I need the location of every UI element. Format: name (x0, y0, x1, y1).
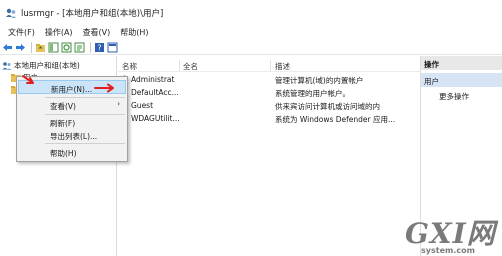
title-bar: lusrmgr - [本地用户和组(本地)\用户] (0, 0, 502, 26)
user-description: 系统管理的用户帐户。 (275, 89, 350, 98)
watermark-site-text: system.com (421, 246, 475, 255)
forward-arrow-icon[interactable] (15, 42, 26, 53)
menu-action[interactable]: 操作(A) (40, 27, 78, 38)
actions-title: 操作 (421, 56, 502, 70)
submenu-chevron-icon: › (117, 100, 120, 108)
menu-item-label: 导出列表(L)... (50, 132, 98, 141)
back-arrow-icon[interactable] (2, 42, 13, 53)
user-name: DefaultAcc... (131, 88, 179, 97)
user-name: Guest (131, 101, 154, 110)
up-folder-icon[interactable] (35, 42, 46, 53)
table-row[interactable]: DefaultAcc... 系统管理的用户帐户。 (118, 87, 420, 99)
column-description[interactable]: 描述 (275, 61, 290, 72)
toolbar-separator (31, 41, 32, 53)
show-tree-icon[interactable] (48, 42, 59, 53)
menu-item-label: 帮助(H) (50, 149, 77, 158)
svg-text:?: ? (97, 43, 101, 52)
watermark-logo: GXI网 system.com (397, 212, 502, 256)
more-actions-link[interactable]: 更多操作 (439, 91, 469, 102)
tree-root-label: 本地用户和组(本地) (14, 61, 80, 70)
menu-item-refresh[interactable]: 刷新(F) (18, 115, 126, 129)
menu-item-view[interactable]: 查看(V) › (18, 98, 126, 112)
tree-root[interactable]: 本地用户和组(本地) (2, 60, 80, 71)
users-list: 名称 全名 描述 Administrat 管理计算机(域)的内置帐户 Defau… (118, 56, 420, 256)
column-divider[interactable] (270, 60, 271, 71)
toolbar: ? (0, 40, 502, 55)
list-header: 名称 全名 描述 (118, 60, 420, 72)
red-annotation-arrow-icon (94, 83, 114, 93)
menu-view[interactable]: 查看(V) (78, 27, 116, 38)
menu-help[interactable]: 帮助(H) (115, 27, 153, 38)
app-users-icon (5, 7, 17, 19)
column-fullname[interactable]: 全名 (183, 61, 198, 72)
menu-item-label: 刷新(F) (50, 119, 76, 128)
export-list-icon[interactable] (74, 42, 85, 53)
help-icon[interactable]: ? (94, 42, 105, 53)
red-annotation-arrow-icon (22, 75, 34, 84)
toolbar-separator (90, 41, 91, 53)
user-name: Administrat (131, 75, 175, 84)
menu-item-label: 新用户(N)... (51, 85, 93, 94)
column-name[interactable]: 名称 (122, 61, 137, 72)
properties-icon[interactable] (107, 42, 118, 53)
actions-section-users[interactable]: 用户 (421, 73, 502, 87)
user-name: WDAGUtilit... (131, 114, 180, 123)
menu-separator (45, 143, 125, 144)
refresh-icon[interactable] (61, 42, 72, 53)
menu-item-export-list[interactable]: 导出列表(L)... (18, 128, 126, 142)
column-divider[interactable] (179, 60, 180, 71)
menu-file[interactable]: 文件(F) (3, 27, 40, 38)
menu-item-help[interactable]: 帮助(H) (18, 145, 126, 159)
table-row[interactable]: WDAGUtilit... 系统为 Windows Defender 应用... (118, 113, 420, 125)
menu-bar: 文件(F) 操作(A) 查看(V) 帮助(H) (0, 26, 502, 39)
computer-users-icon (2, 61, 12, 70)
table-row[interactable]: Administrat 管理计算机(域)的内置帐户 (118, 74, 420, 86)
user-description: 系统为 Windows Defender 应用... (275, 115, 396, 124)
user-description: 供来宾访问计算机或访问域的内 (275, 102, 380, 111)
user-description: 管理计算机(域)的内置帐户 (275, 76, 364, 85)
menu-item-label: 查看(V) (50, 102, 76, 111)
table-row[interactable]: Guest 供来宾访问计算机或访问域的内 (118, 100, 420, 112)
window-title: lusrmgr - [本地用户和组(本地)\用户] (21, 9, 164, 19)
